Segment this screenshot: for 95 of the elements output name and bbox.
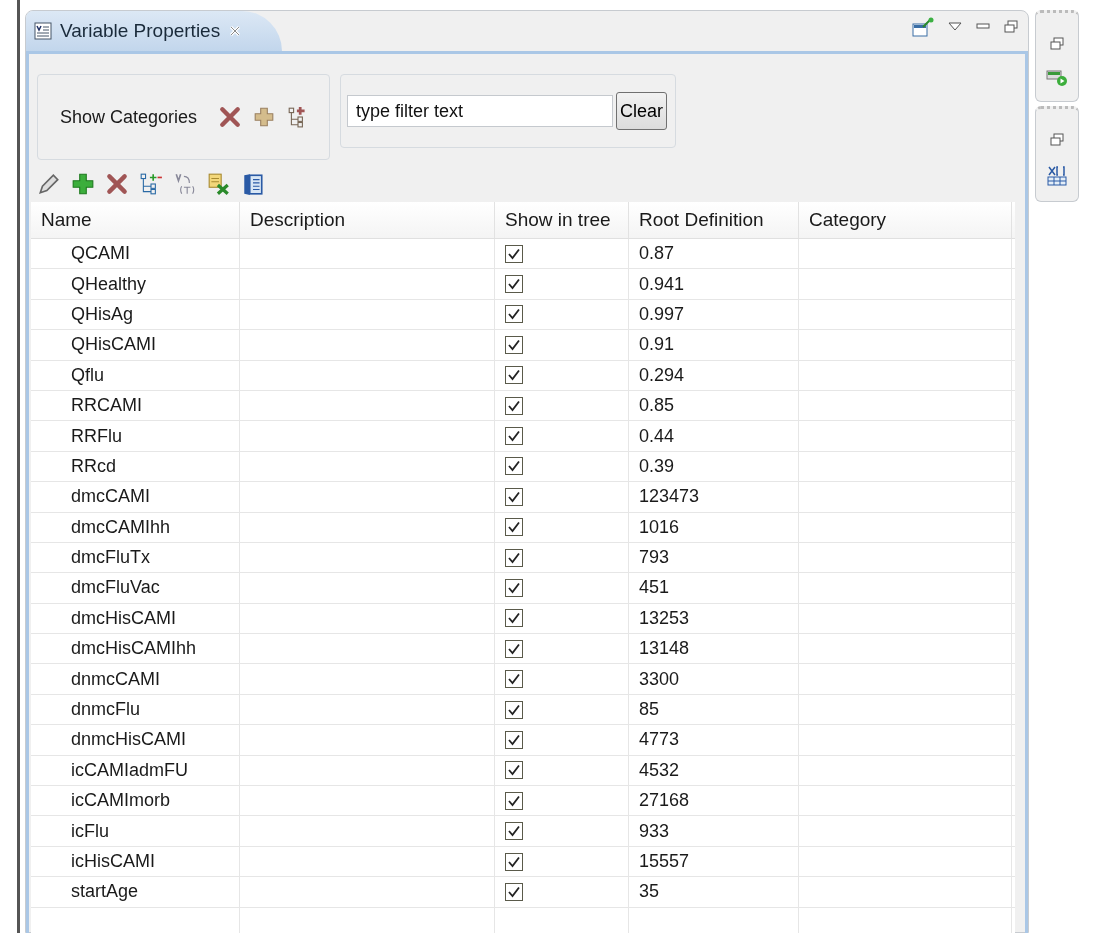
checkbox[interactable] bbox=[505, 244, 523, 263]
checkbox[interactable] bbox=[505, 457, 523, 476]
checkbox[interactable] bbox=[505, 487, 523, 506]
value-cell: 13148 bbox=[629, 634, 799, 664]
name-cell: Qflu bbox=[31, 360, 240, 390]
name-cell: dmcFluTx bbox=[31, 542, 240, 573]
delete-icon[interactable] bbox=[219, 106, 242, 128]
name-cell: dmcHisCAMIhh bbox=[31, 634, 240, 664]
table-icon[interactable] bbox=[1046, 165, 1068, 187]
value-cell: 0.85 bbox=[629, 390, 799, 421]
add-icon[interactable] bbox=[71, 172, 95, 196]
checkbox[interactable] bbox=[505, 700, 523, 719]
value-cell: 933 bbox=[629, 816, 799, 846]
restore-icon[interactable] bbox=[1050, 133, 1064, 147]
variable-icon[interactable] bbox=[173, 172, 197, 196]
checkbox[interactable] bbox=[505, 335, 523, 354]
value-cell: 15557 bbox=[629, 846, 799, 877]
name-cell: icCAMImorb bbox=[31, 786, 240, 816]
checkbox[interactable] bbox=[505, 427, 523, 446]
delete-icon[interactable] bbox=[105, 172, 129, 196]
value-cell: 4773 bbox=[629, 725, 799, 755]
checkbox[interactable] bbox=[505, 852, 523, 871]
checkbox[interactable] bbox=[505, 548, 523, 567]
value-cell: 27168 bbox=[629, 786, 799, 816]
name-cell: QHisCAMI bbox=[31, 330, 240, 360]
name-cell: QHealthy bbox=[31, 269, 240, 299]
checkbox[interactable] bbox=[505, 791, 523, 810]
column-header[interactable]: Name bbox=[31, 202, 240, 238]
value-cell: 0.87 bbox=[629, 239, 799, 269]
name-cell: startAge bbox=[31, 877, 240, 907]
name-cell: dnmcCAMI bbox=[31, 664, 240, 694]
checkbox[interactable] bbox=[505, 822, 523, 841]
value-cell: 0.39 bbox=[629, 451, 799, 482]
run-icon[interactable] bbox=[1046, 69, 1068, 87]
tree-icon[interactable] bbox=[139, 172, 163, 196]
checkbox[interactable] bbox=[505, 882, 523, 901]
name-cell: QCAMI bbox=[31, 239, 240, 269]
add-icon[interactable] bbox=[253, 106, 276, 128]
name-cell: RRFlu bbox=[31, 421, 240, 451]
name-cell: icHisCAMI bbox=[31, 846, 240, 877]
checkbox[interactable] bbox=[505, 761, 523, 780]
column-header[interactable]: Show in tree bbox=[495, 202, 629, 238]
export-icon[interactable] bbox=[207, 172, 231, 196]
value-cell: 3300 bbox=[629, 664, 799, 694]
minimize-icon[interactable] bbox=[976, 23, 990, 31]
dropdown-icon[interactable] bbox=[948, 22, 962, 32]
book-icon[interactable] bbox=[241, 172, 265, 196]
name-cell: dmcCAMIhh bbox=[31, 512, 240, 542]
checkbox[interactable] bbox=[505, 275, 523, 294]
value-cell: 0.294 bbox=[629, 360, 799, 390]
checkbox[interactable] bbox=[505, 670, 523, 689]
clear-button[interactable]: Clear bbox=[616, 92, 668, 130]
name-cell: dmcCAMI bbox=[31, 482, 240, 512]
column-header[interactable]: Description bbox=[240, 202, 495, 238]
pencil-icon[interactable] bbox=[37, 172, 61, 196]
value-cell: 13253 bbox=[629, 603, 799, 634]
restore-icon[interactable] bbox=[1004, 20, 1018, 34]
value-cell: 1016 bbox=[629, 512, 799, 542]
value-cell: 0.44 bbox=[629, 421, 799, 451]
value-cell: 123473 bbox=[629, 482, 799, 512]
checkbox[interactable] bbox=[505, 518, 523, 537]
name-cell: QHisAg bbox=[31, 299, 240, 330]
checkbox[interactable] bbox=[505, 730, 523, 749]
checkbox[interactable] bbox=[505, 366, 523, 385]
name-cell: icFlu bbox=[31, 816, 240, 846]
value-cell: 35 bbox=[629, 877, 799, 907]
pin-icon[interactable] bbox=[912, 17, 934, 37]
close-icon[interactable] bbox=[228, 24, 243, 38]
value-cell: 85 bbox=[629, 694, 799, 725]
checkbox[interactable] bbox=[505, 579, 523, 597]
name-cell: icCAMIadmFU bbox=[31, 755, 240, 786]
column-header[interactable]: Root Definition bbox=[629, 202, 799, 238]
value-cell: 451 bbox=[629, 573, 799, 603]
name-cell: dnmcHisCAMI bbox=[31, 725, 240, 755]
restore-icon[interactable] bbox=[1050, 37, 1064, 51]
value-cell: 793 bbox=[629, 542, 799, 573]
name-cell: RRcd bbox=[31, 451, 240, 482]
checkbox[interactable] bbox=[505, 609, 523, 628]
column-header[interactable]: Category bbox=[799, 202, 1012, 238]
checkbox[interactable] bbox=[505, 305, 523, 324]
name-cell: dnmcFlu bbox=[31, 694, 240, 725]
view-tab[interactable]: Variable Properties bbox=[26, 11, 283, 51]
checkbox[interactable] bbox=[505, 396, 523, 415]
checkbox[interactable] bbox=[505, 639, 523, 658]
name-cell: dmcHisCAMI bbox=[31, 603, 240, 634]
value-cell: 4532 bbox=[629, 755, 799, 786]
value-cell: 0.997 bbox=[629, 299, 799, 330]
categories-label: Show Categories bbox=[60, 106, 198, 128]
filter-field[interactable]: type filter text bbox=[347, 95, 614, 127]
value-cell: 0.91 bbox=[629, 330, 799, 360]
name-cell: dmcFluVac bbox=[31, 573, 240, 603]
tab-title: Variable Properties bbox=[60, 20, 221, 42]
name-cell: RRCAMI bbox=[31, 390, 240, 421]
value-cell: 0.941 bbox=[629, 269, 799, 299]
list-icon bbox=[34, 22, 52, 40]
